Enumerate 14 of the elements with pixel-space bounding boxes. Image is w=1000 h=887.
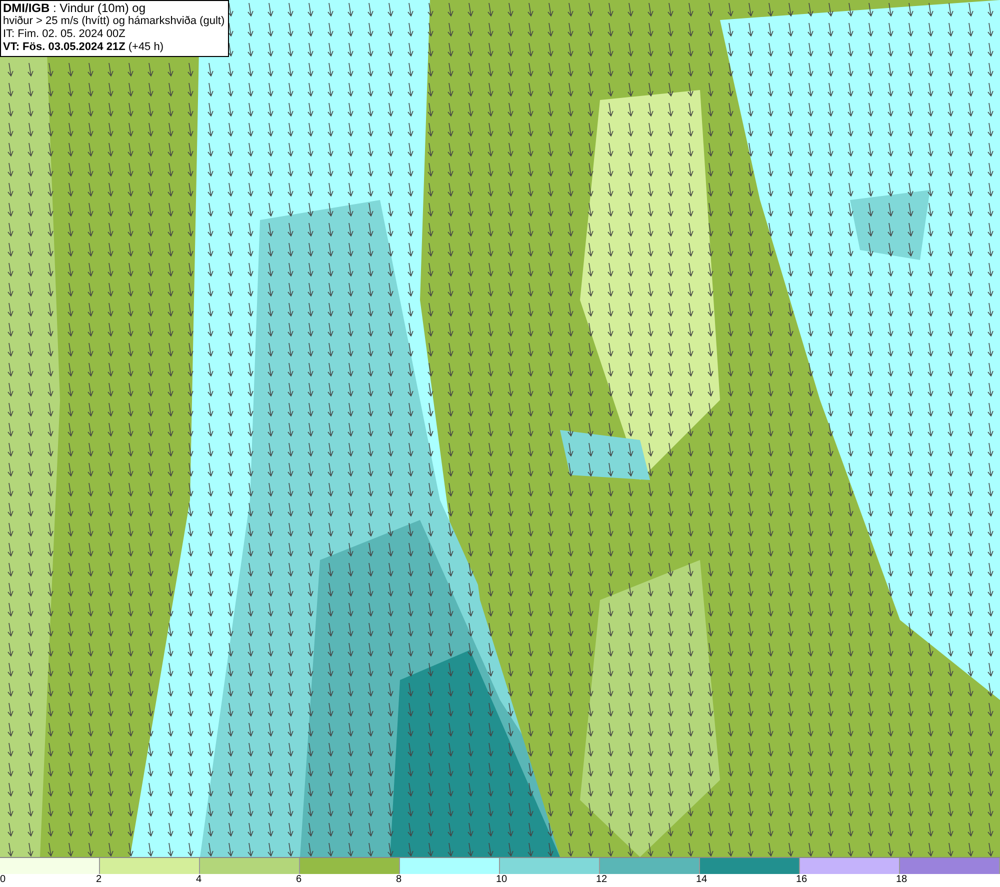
legend-label: 10 (496, 874, 508, 886)
legend-label: 16 (796, 874, 808, 886)
title-text: IT: Fim. 02. 05. 2024 00Z (3, 28, 126, 41)
legend-label: 12 (596, 874, 608, 886)
legend-label: 18 (896, 874, 908, 886)
legend-label: 0 (0, 874, 6, 886)
legend-label: 2 (96, 874, 102, 886)
legend-label: 6 (296, 874, 302, 886)
title-text: VT: Fös. 03.05.2024 21Z (+45 h) (3, 41, 165, 54)
title-text: hviður > 25 m/s (hvítt) og hámarkshviða (gult) (3, 15, 225, 28)
legend-label: 4 (196, 874, 202, 886)
title-text: DMI/IGB : Vindur (10m) og (3, 2, 146, 15)
legend-label: 8 (396, 874, 402, 886)
legend-label: 14 (696, 874, 708, 886)
